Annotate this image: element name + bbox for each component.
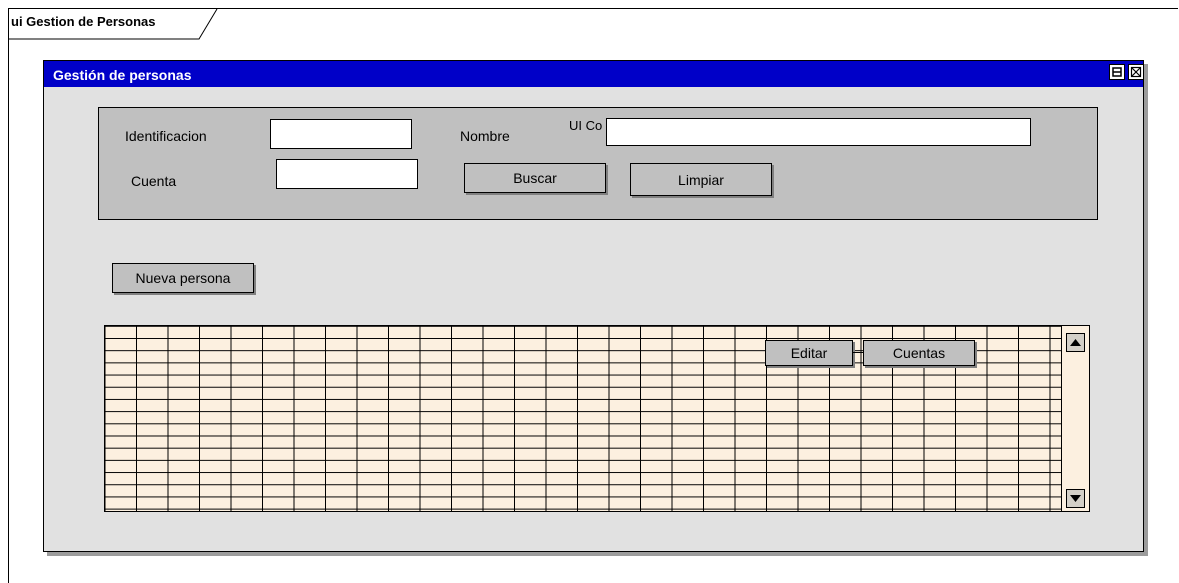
grid-scrollbar[interactable] — [1062, 325, 1090, 512]
window-title: Gestión de personas — [53, 67, 192, 83]
editar-button[interactable]: Editar — [765, 340, 853, 366]
restore-icon[interactable] — [1109, 64, 1125, 80]
connector-line — [853, 352, 863, 353]
nombre-label: Nombre — [460, 128, 510, 144]
nueva-persona-button[interactable]: Nueva persona — [112, 263, 254, 293]
search-panel: Identificacion Nombre UI Co Cuenta Busca… — [98, 107, 1098, 220]
cuenta-field[interactable] — [276, 159, 418, 189]
limpiar-button[interactable]: Limpiar — [630, 163, 772, 196]
cuentas-button[interactable]: Cuentas — [863, 340, 975, 366]
overlapped-label: UI Co — [569, 118, 603, 133]
identificacion-field[interactable] — [270, 119, 412, 149]
gestion-personas-window: Gestión de personas Identificacion Nombr… — [43, 60, 1144, 552]
buscar-button[interactable]: Buscar — [464, 163, 606, 193]
identificacion-label: Identificacion — [125, 128, 207, 144]
diagram-frame: ui Gestion de Personas Gestión de person… — [8, 8, 1178, 583]
arrow-down-icon[interactable] — [1066, 489, 1085, 508]
cuenta-label: Cuenta — [131, 173, 177, 189]
frame-title: ui Gestion de Personas — [11, 14, 156, 29]
nombre-field[interactable] — [606, 118, 1031, 146]
window-titlebar[interactable]: Gestión de personas — [44, 61, 1144, 87]
close-icon[interactable] — [1128, 64, 1144, 80]
arrow-up-icon[interactable] — [1066, 333, 1085, 352]
